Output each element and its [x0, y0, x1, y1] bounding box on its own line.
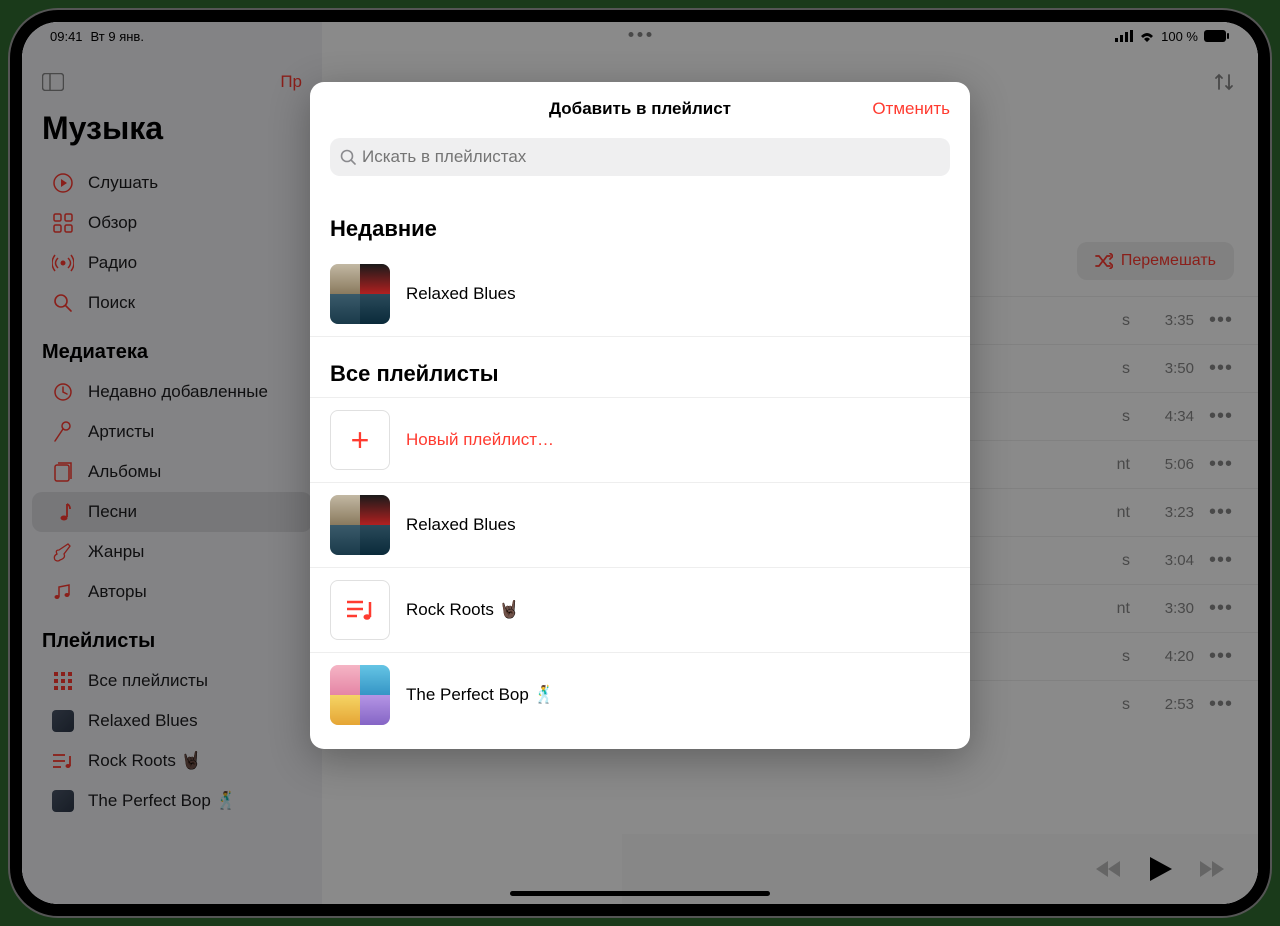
modal-title: Добавить в плейлист [549, 99, 731, 119]
playlist-row-label: Rock Roots 🤘🏿 [406, 600, 520, 620]
ipad-frame: 09:41 Вт 9 янв. 100 % [10, 10, 1270, 916]
add-to-playlist-modal: Добавить в плейлист Отменить Недавние Re… [310, 82, 970, 749]
home-indicator[interactable] [510, 891, 770, 896]
playlist-row-label: The Perfect Bop 🕺 [406, 685, 555, 705]
playlist-thumb [330, 580, 390, 640]
playlist-row[interactable]: Rock Roots 🤘🏿 [310, 567, 970, 652]
playlist-thumb [330, 264, 390, 324]
modal-overlay[interactable]: Добавить в плейлист Отменить Недавние Re… [22, 22, 1258, 904]
playlist-row[interactable]: The Perfect Bop 🕺 [310, 652, 970, 737]
new-playlist-row[interactable]: + Новый плейлист… [310, 397, 970, 482]
playlist-thumb [330, 495, 390, 555]
search-input[interactable] [362, 147, 940, 167]
search-field[interactable] [330, 138, 950, 176]
all-playlists-heading: Все плейлисты [310, 337, 970, 397]
playlist-row-label: Relaxed Blues [406, 284, 516, 304]
playlist-row-label: Новый плейлист… [406, 430, 554, 450]
plus-icon: + [351, 422, 370, 459]
ipad-screen: 09:41 Вт 9 янв. 100 % [22, 22, 1258, 904]
cancel-button[interactable]: Отменить [872, 99, 950, 119]
recent-heading: Недавние [310, 192, 970, 252]
playlist-row[interactable]: Relaxed Blues [310, 482, 970, 567]
playlist-row[interactable]: Relaxed Blues [310, 252, 970, 337]
new-playlist-thumb: + [330, 410, 390, 470]
playlist-thumb [330, 665, 390, 725]
playlist-row-label: Relaxed Blues [406, 515, 516, 535]
search-icon [340, 149, 356, 165]
